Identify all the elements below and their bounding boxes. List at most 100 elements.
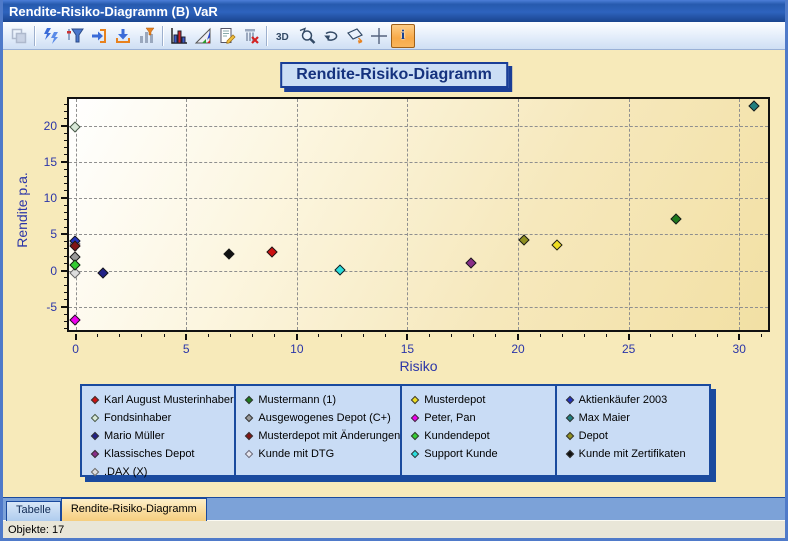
legend-item-label: Support Kunde [424, 448, 497, 460]
window-title-bar: Rendite-Risiko-Diagramm (B) VaR [3, 0, 785, 22]
y-tick-label: 5 [25, 227, 57, 241]
perspective-icon[interactable] [343, 24, 367, 48]
legend-item-mustermann-1: Mustermann (1) [244, 391, 400, 409]
y-minor-tick [64, 219, 67, 220]
legend-marker-icon [411, 396, 419, 404]
chart-title: Rendite-Risiko-Diagramm [296, 66, 492, 83]
delete-icon[interactable] [239, 24, 263, 48]
data-point-musterdepot[interactable] [551, 239, 562, 250]
data-point-support-kunde[interactable] [334, 265, 345, 276]
data-point-mustermann-1[interactable] [671, 213, 682, 224]
y-minor-tick [64, 248, 67, 249]
x-minor-tick [495, 334, 496, 337]
x-minor-tick [540, 334, 541, 337]
x-minor-tick [606, 334, 607, 337]
legend-marker-icon [91, 468, 99, 476]
x-minor-tick [208, 334, 209, 337]
y-minor-tick [64, 292, 67, 293]
gridline-vertical [76, 99, 77, 330]
x-minor-tick [274, 334, 275, 337]
legend-item-kundendepot: Kundendepot [410, 427, 554, 445]
legend-item-label: Karl August Musterinhaber [104, 394, 234, 406]
y-major-tick [61, 161, 67, 163]
gridline-horizontal [69, 126, 768, 127]
x-minor-tick [141, 334, 142, 337]
legend-item-label: Aktienkäufer 2003 [579, 394, 668, 406]
y-major-tick [61, 270, 67, 272]
data-point-max-maier[interactable] [748, 100, 759, 111]
data-point-kundendepot[interactable] [69, 259, 80, 270]
gridline-vertical [518, 99, 519, 330]
legend-marker-icon [91, 396, 99, 404]
legend-marker-icon [91, 414, 99, 422]
y-tick-label: 15 [25, 155, 57, 169]
export-down-icon[interactable] [111, 24, 135, 48]
status-bar: Objekte: 17 [3, 520, 785, 538]
data-point-fondsinhaber[interactable] [69, 121, 80, 132]
legend-item-kunde-mit-dtg: Kunde mit DTG [244, 445, 400, 463]
legend-marker-icon [245, 396, 253, 404]
legend-marker-icon [411, 432, 419, 440]
y-minor-tick [64, 118, 67, 119]
bar-chart-icon[interactable] [167, 24, 191, 48]
window-title: Rendite-Risiko-Diagramm (B) VaR [9, 4, 218, 19]
data-point-peter-pan[interactable] [69, 315, 80, 326]
legend-item-klassisches-depot: Klassisches Depot [90, 445, 234, 463]
x-major-tick [75, 334, 77, 340]
toolbar-separator [266, 26, 268, 46]
toolbar-separator [162, 26, 164, 46]
filter-settings-icon[interactable] [63, 24, 87, 48]
data-point-mario-müller[interactable] [98, 268, 109, 279]
y-minor-tick [64, 190, 67, 191]
chart-filter-icon[interactable] [135, 24, 159, 48]
y-minor-tick [64, 212, 67, 213]
x-major-tick [628, 334, 630, 340]
y-major-tick [61, 197, 67, 199]
x-major-tick [185, 334, 187, 340]
tab-tabelle[interactable]: Tabelle [6, 501, 61, 521]
view-3d-icon[interactable]: 3D [271, 24, 295, 48]
diagram-type-icon[interactable] [191, 24, 215, 48]
legend-column: Aktienkäufer 2003Max MaierDepotKunde mit… [557, 386, 709, 475]
plot-area [67, 97, 770, 332]
crosshair-icon[interactable] [367, 24, 391, 48]
y-minor-tick [64, 241, 67, 242]
y-minor-tick [64, 205, 67, 206]
app-window: Rendite-Risiko-Diagramm (B) VaR 3D i Rend… [0, 0, 788, 541]
legend-item-musterdepot: Musterdepot [410, 391, 554, 409]
legend-marker-icon [245, 414, 253, 422]
legend-marker-icon [565, 432, 573, 440]
rotate-icon[interactable] [319, 24, 343, 48]
data-point-depot[interactable] [518, 234, 529, 245]
x-tick-label: 25 [609, 342, 649, 356]
info-glyph: i [401, 29, 405, 43]
x-tick-label: 20 [498, 342, 538, 356]
legend-item-label: Fondsinhaber [104, 412, 171, 424]
data-point-karl-august-musterinhaber[interactable] [266, 246, 277, 257]
legend-item-label: Kundendepot [424, 430, 489, 442]
info-icon[interactable]: i [391, 24, 415, 48]
y-minor-tick [64, 140, 67, 141]
legend-item-label: Mario Müller [104, 430, 165, 442]
edit-annotations-icon[interactable] [215, 24, 239, 48]
x-minor-tick [341, 334, 342, 337]
refresh-icon[interactable] [39, 24, 63, 48]
export-next-icon[interactable] [87, 24, 111, 48]
data-point-klassisches-depot[interactable] [465, 257, 476, 268]
legend-item-peter-pan: Peter, Pan [410, 409, 554, 427]
y-tick-label: 0 [25, 264, 57, 278]
data-point-kunde-mit-zertifikaten[interactable] [224, 249, 235, 260]
legend-marker-icon [411, 414, 419, 422]
y-minor-tick [64, 183, 67, 184]
zoom-icon[interactable] [295, 24, 319, 48]
tab-rendite-risiko-diagramm[interactable]: Rendite-Risiko-Diagramm [61, 498, 207, 521]
gridline-horizontal [69, 198, 768, 199]
legend-marker-icon [565, 414, 573, 422]
legend-item-ausgewogenes-depot-c: Ausgewogenes Depot (C+) [244, 409, 400, 427]
x-minor-tick [385, 334, 386, 337]
y-tick-label: -5 [25, 300, 57, 314]
legend-item-karl-august-musterinhaber: Karl August Musterinhaber [90, 391, 234, 409]
legend-column: Karl August Musterinhaber Fondsinhaber Mar… [82, 386, 236, 475]
toolbar-separator [34, 26, 36, 46]
x-minor-tick [672, 334, 673, 337]
